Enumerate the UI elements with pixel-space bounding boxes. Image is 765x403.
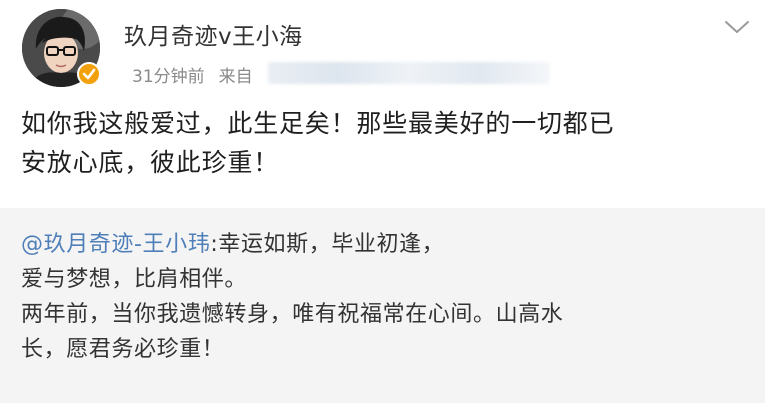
content-line: 如你我这般爱过，此生足矣！那些最美好的一切都已 — [21, 109, 615, 138]
post-meta: 31分钟前 来自 — [132, 62, 253, 87]
repost-line: 长，愿君务必珍重！ — [21, 337, 225, 362]
source-prefix: 来自 — [218, 67, 253, 87]
mention-link[interactable]: @玖月奇迹-王小玮 — [21, 232, 210, 257]
avatar-container[interactable] — [22, 9, 101, 87]
weibo-post: 玖月奇迹v王小海 31分钟前 来自 如你我这般爱过，此生足矣！那些最美好的一切都已… — [0, 0, 765, 403]
repost-block[interactable]: @玖月奇迹-王小玮:幸运如斯，毕业初逢， 爱与梦想，比肩相伴。 两年前，当你我遗… — [0, 208, 765, 403]
post-time: 31分钟前 — [132, 67, 205, 87]
source-blurred — [268, 62, 550, 84]
username[interactable]: 玖月奇迹v王小海 — [124, 17, 303, 51]
verified-badge-icon — [77, 62, 101, 86]
repost-line: 两年前，当你我遗憾转身，唯有祝福常在心间。山高水 — [21, 302, 564, 327]
chevron-down-icon[interactable] — [720, 14, 754, 40]
content-line: 安放心底，彼此珍重！ — [21, 148, 280, 177]
repost-line: 爱与梦想，比肩相伴。 — [21, 267, 248, 292]
repost-line-rest: :幸运如斯，毕业初逢， — [210, 232, 445, 257]
repost-line: @玖月奇迹-王小玮:幸运如斯，毕业初逢， — [21, 227, 751, 262]
post-content: 如你我这般爱过，此生足矣！那些最美好的一切都已 安放心底，彼此珍重！ — [21, 104, 741, 182]
repost-text: @玖月奇迹-王小玮:幸运如斯，毕业初逢， 爱与梦想，比肩相伴。 两年前，当你我遗… — [21, 227, 751, 367]
